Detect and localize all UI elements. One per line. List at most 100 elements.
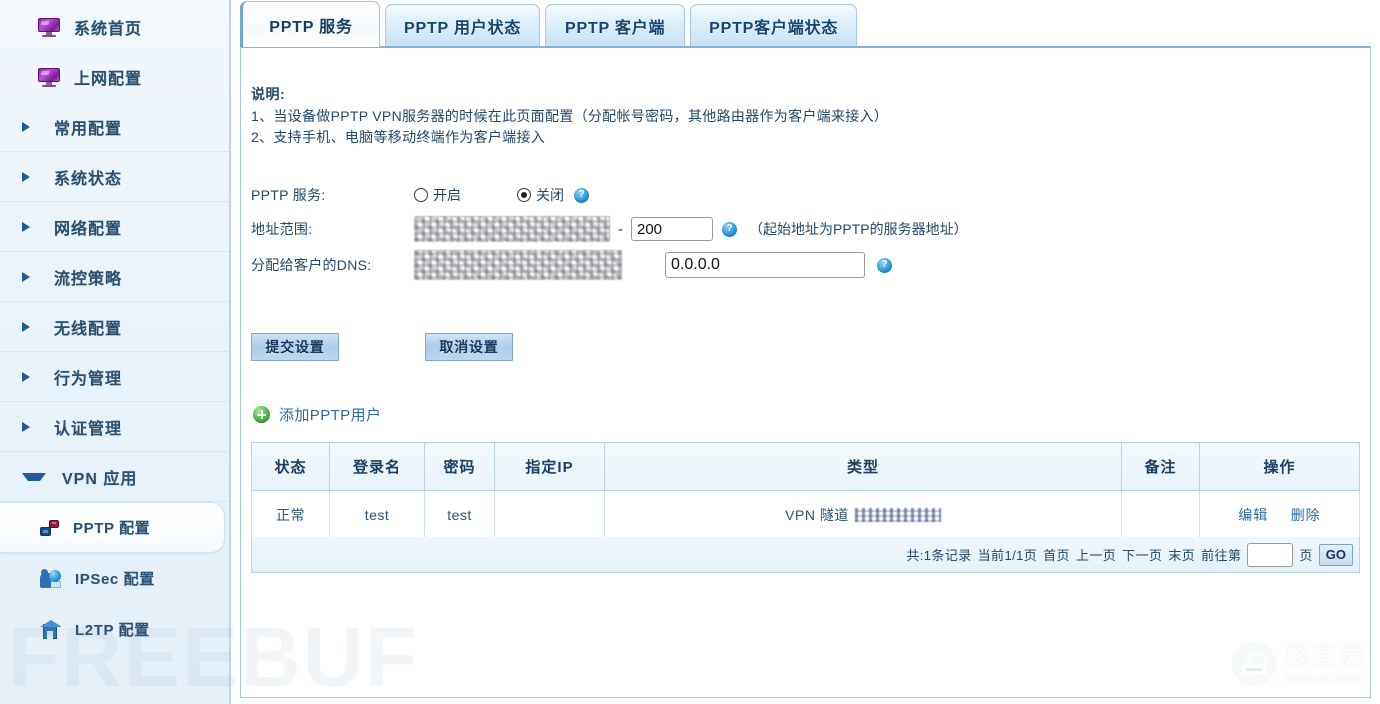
sidebar-group-label: 认证管理 [54,420,123,438]
description-line-2: 2、支持手机、电脑等移动终端作为客户端接入 [251,129,546,146]
add-pptp-user-label: 添加PPTP用户 [279,407,382,424]
sidebar-item-pptp-config[interactable]: PPTP 配置 [0,502,225,553]
add-pptp-user-link[interactable]: 添加PPTP用户 [253,404,381,425]
tab-label: PPTP 服务 [269,18,353,36]
description-block: 说明: 1、当设备做PPTP VPN服务器的时候在此页面配置（分配帐号密码，其他… [251,84,888,149]
form-row-client-dns: 分配给客户的DNS: ? [251,246,968,284]
edit-link[interactable]: 编辑 [1238,507,1268,523]
sidebar-group-behavior-management[interactable]: 行为管理 [0,352,229,402]
sidebar-group-label: VPN 应用 [62,470,138,488]
chevron-right-icon [22,271,38,282]
cell-password: test [424,490,495,539]
sidebar-item-ipsec-config[interactable]: IPSec 配置 [0,553,229,604]
address-range-start-input[interactable] [414,216,610,242]
form-button-row: 提交设置 取消设置 [251,333,513,361]
tab-pptp-client-status[interactable]: PPTP客户端状态 [690,4,858,47]
chevron-right-icon [22,371,38,382]
address-range-hint: （起始地址为PPTP的服务器地址） [749,221,968,237]
table-row: 正常 test test VPN 隧道 编辑 删除 [251,490,1360,539]
cell-type-redacted [854,507,941,522]
chevron-right-icon [22,171,38,182]
help-icon[interactable]: ? [722,221,737,237]
sidebar-subitem-label: PPTP 配置 [73,520,151,537]
radio-service-on[interactable]: 开启 [414,185,461,205]
radio-service-off[interactable]: 关闭 [517,185,564,205]
sidebar-group-label: 流控策略 [54,270,123,288]
address-range-end-input[interactable] [631,217,713,241]
client-dns-label: 分配给客户的DNS: [251,257,372,273]
sidebar-group-network-config[interactable]: 网络配置 [0,202,229,252]
monitor-icon [38,17,60,37]
sidebar-item-l2tp-config[interactable]: L2TP 配置 [0,604,229,655]
sidebar-group-wireless-config[interactable]: 无线配置 [0,302,229,352]
tab-label: PPTP客户端状态 [709,20,839,37]
table-header-row: 状态 登录名 密码 指定IP 类型 备注 操作 [251,442,1360,491]
column-header-remark: 备注 [1121,442,1200,491]
tab-bar: PPTP 服务 PPTP 用户状态 PPTP 客户端 PPTP客户端状态 [240,1,858,47]
cancel-settings-button[interactable]: 取消设置 [425,333,513,361]
goto-page-suffix: 页 [1299,548,1313,563]
main-content: PPTP 服务 PPTP 用户状态 PPTP 客户端 PPTP客户端状态 说明:… [231,0,1380,704]
column-header-password: 密码 [424,442,495,491]
cell-login: test [329,490,425,539]
tab-label: PPTP 用户状态 [404,20,522,37]
sidebar-group-system-status[interactable]: 系统状态 [0,152,229,202]
tab-pptp-user-status[interactable]: PPTP 用户状态 [385,4,541,47]
first-page-link[interactable]: 首页 [1043,545,1070,564]
goto-page-input[interactable] [1247,542,1294,567]
pptp-users-table: 状态 登录名 密码 指定IP 类型 备注 操作 正常 test test VPN… [251,442,1360,539]
total-records-label: 共:1条记录 [906,548,972,563]
sidebar-group-vpn-application[interactable]: VPN 应用 [0,452,229,502]
client-dns-primary-input[interactable] [414,250,622,280]
last-page-link[interactable]: 末页 [1168,545,1195,564]
description-line-1: 1、当设备做PPTP VPN服务器的时候在此页面配置（分配帐号密码，其他路由器作… [251,107,889,124]
sidebar-subitem-label: L2TP 配置 [75,622,150,639]
app-window: 系统首页 上网配置 常用配置 系统状态 网络配置 流控策略 无线配置 行为管理 … [0,0,1380,704]
sidebar-group-auth-management[interactable]: 认证管理 [0,402,229,452]
help-icon[interactable]: ? [877,257,892,273]
sidebar-item-home[interactable]: 系统首页 [0,2,229,52]
go-button[interactable]: GO [1318,543,1353,566]
sidebar: 系统首页 上网配置 常用配置 系统状态 网络配置 流控策略 无线配置 行为管理 … [0,0,231,704]
column-header-login: 登录名 [329,442,425,491]
description-title: 说明: [251,86,286,102]
pptp-service-label: PPTP 服务: [251,187,326,203]
sidebar-group-common-config[interactable]: 常用配置 [0,102,229,152]
tab-pptp-service[interactable]: PPTP 服务 [240,1,380,47]
form-row-service: PPTP 服务: 开启 关闭 ? [251,178,968,212]
next-page-link[interactable]: 下一页 [1122,545,1162,564]
cell-type: VPN 隧道 [604,490,1122,539]
sidebar-group-flow-policy[interactable]: 流控策略 [0,252,229,302]
current-page-label: 当前1/1页 [977,548,1038,563]
tab-pptp-client[interactable]: PPTP 客户端 [545,4,686,47]
chevron-right-icon [22,421,38,432]
plus-circle-icon [253,406,270,423]
sidebar-item-internet-config[interactable]: 上网配置 [0,52,229,102]
button-spacer [339,333,425,361]
column-header-actions: 操作 [1199,442,1360,491]
cell-actions: 编辑 删除 [1199,490,1360,539]
column-header-assigned-ip: 指定IP [494,442,605,491]
prev-page-link[interactable]: 上一页 [1076,545,1116,564]
pagination-bar: 共:1条记录 当前1/1页 首页 上一页 下一页 末页 前往第 页 GO [251,537,1360,573]
radio-icon-checked [517,188,531,202]
form-row-address-range: 地址范围: - ? （起始地址为PPTP的服务器地址） [251,212,968,246]
client-dns-secondary-input[interactable] [665,252,865,278]
cell-type-label: VPN 隧道 [785,506,849,523]
help-icon[interactable]: ? [574,187,589,203]
radio-on-label: 开启 [433,187,461,203]
range-separator: - [618,220,623,238]
address-range-label: 地址范围: [251,221,313,237]
pptp-service-form: PPTP 服务: 开启 关闭 ? 地址范围: - 200 ? （起始地址为PPT… [251,178,968,284]
radio-off-label: 关闭 [536,187,564,203]
ipsec-icon [40,568,62,589]
chevron-down-icon [22,472,46,481]
sidebar-group-label: 无线配置 [54,320,123,338]
sidebar-subitem-label: IPSec 配置 [75,571,155,588]
pptp-users-table-wrapper: 状态 登录名 密码 指定IP 类型 备注 操作 正常 test test VPN… [251,442,1360,539]
submit-settings-button[interactable]: 提交设置 [251,333,339,361]
sidebar-group-label: 系统状态 [54,170,123,188]
column-header-status: 状态 [251,442,330,491]
delete-link[interactable]: 删除 [1291,507,1321,523]
sidebar-group-label: 常用配置 [54,120,123,138]
